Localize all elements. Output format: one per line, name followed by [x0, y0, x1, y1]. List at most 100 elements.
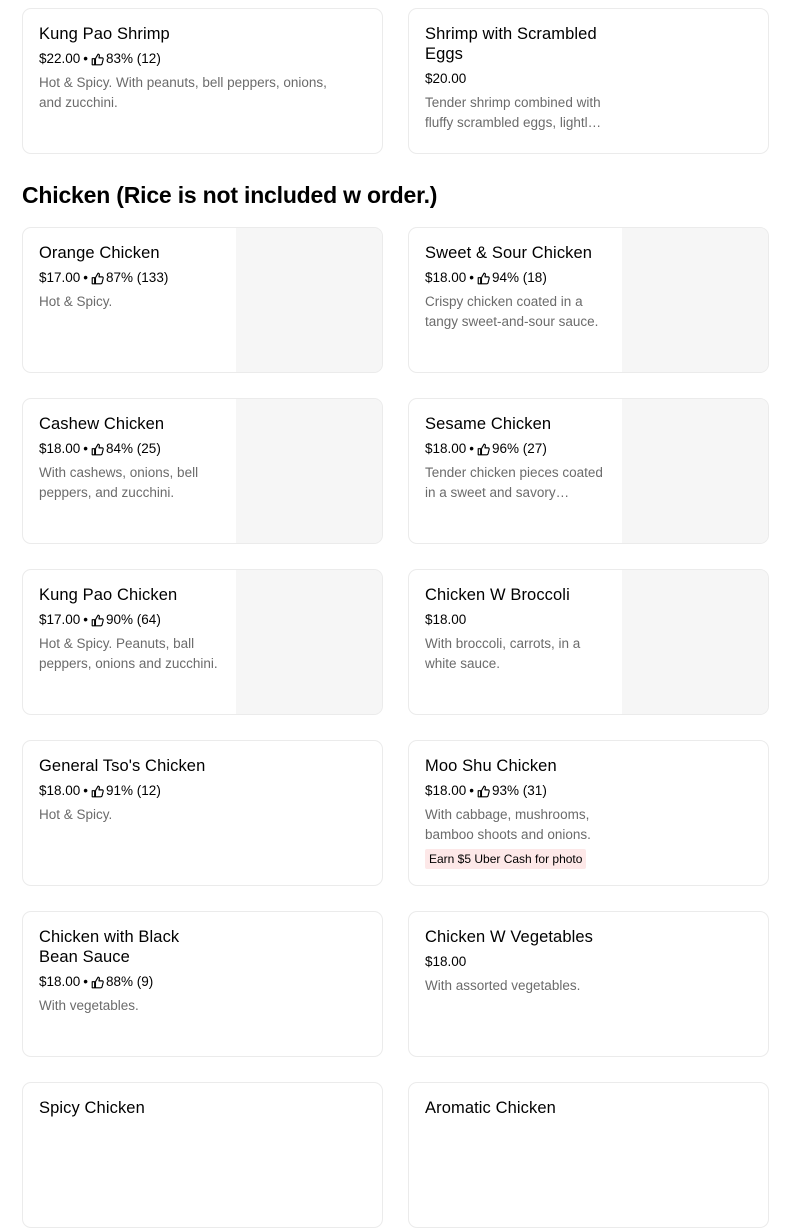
menu-item-price: $18.00: [39, 441, 81, 456]
thumbs-up-icon: [91, 785, 104, 798]
menu-item-info: Chicken W Vegetables $18.00 With assorte…: [425, 927, 725, 996]
menu-item-description: Hot & Spicy. Peanuts, ball peppers, onio…: [39, 636, 218, 671]
menu-item-description: Tender shrimp combined with fluffy scram…: [425, 95, 601, 130]
separator-dot: •: [83, 441, 89, 456]
menu-item-image: [622, 399, 768, 543]
thumbs-up-icon: [91, 614, 104, 627]
menu-item-description: With cashews, onions, bell peppers, and …: [39, 465, 199, 500]
menu-item-rating: 96% (27): [492, 441, 547, 456]
menu-item-rating: 88% (9): [106, 974, 154, 989]
menu-item-card[interactable]: Chicken W Broccoli $18.00 With broccoli,…: [408, 569, 769, 715]
menu-item-info: Kung Pao Chicken $17.00 • 90% (64) Hot &…: [39, 585, 219, 674]
thumbs-up-icon: [91, 53, 104, 66]
menu-item-rating: 83% (12): [106, 51, 161, 66]
separator-dot: •: [83, 974, 89, 989]
menu-item-meta: $17.00 • 87% (133): [39, 268, 219, 288]
menu-item-info: Chicken W Broccoli $18.00 With broccoli,…: [425, 585, 605, 674]
separator-dot: •: [469, 270, 475, 285]
separator-dot: •: [83, 51, 89, 66]
menu-item-info: Cashew Chicken $18.00 • 84% (25) With ca…: [39, 414, 219, 503]
thumbs-up-icon: [91, 976, 104, 989]
menu-item-name: Moo Shu Chicken: [425, 757, 557, 775]
menu-item-image: [236, 399, 382, 543]
menu-item-price: $18.00: [425, 270, 467, 285]
menu-item-price: $18.00: [425, 954, 467, 969]
menu-item-card[interactable]: General Tso's Chicken $18.00 • 91% (12) …: [22, 740, 383, 886]
thumbs-up-icon: [477, 443, 490, 456]
menu-item-info: Spicy Chicken: [39, 1098, 339, 1118]
separator-dot: •: [469, 783, 475, 798]
menu-item-name: Spicy Chicken: [39, 1099, 145, 1117]
menu-item-meta: $18.00 • 94% (18): [425, 268, 605, 288]
menu-item-description: With cabbage, mushrooms, bamboo shoots a…: [425, 807, 591, 842]
menu-item-image: [622, 570, 768, 714]
menu-item-rating: 87% (133): [106, 270, 169, 285]
menu-item-card[interactable]: Aromatic Chicken: [408, 1082, 769, 1228]
menu-item-card[interactable]: Chicken W Vegetables $18.00 With assorte…: [408, 911, 769, 1057]
menu-item-name: Kung Pao Shrimp: [39, 25, 170, 43]
menu-item-description: Hot & Spicy. With peanuts, bell peppers,…: [39, 75, 327, 110]
menu-item-card[interactable]: Moo Shu Chicken $18.00 • 93% (31) With c…: [408, 740, 769, 886]
menu-item-rating: 91% (12): [106, 783, 161, 798]
menu-item-card[interactable]: Kung Pao Shrimp $22.00 • 83% (12) Hot & …: [22, 8, 383, 154]
menu-item-name: Chicken with Black Bean Sauce: [39, 928, 180, 966]
menu-item-card[interactable]: Orange Chicken $17.00 • 87% (133) Hot & …: [22, 227, 383, 373]
menu-item-price: $18.00: [39, 783, 81, 798]
menu-item-info: Sesame Chicken $18.00 • 96% (27) Tender …: [425, 414, 605, 503]
menu-item-price: $22.00: [39, 51, 81, 66]
menu-item-rating: 94% (18): [492, 270, 547, 285]
menu-item-name: Chicken W Vegetables: [425, 928, 594, 946]
menu-item-meta: $18.00 • 88% (9): [39, 972, 219, 992]
menu-item-name: Aromatic Chicken: [425, 1099, 556, 1117]
menu-item-card[interactable]: Chicken with Black Bean Sauce $18.00 • 8…: [22, 911, 383, 1057]
menu-item-name: General Tso's Chicken: [39, 757, 206, 775]
menu-item-info: Aromatic Chicken: [425, 1098, 725, 1118]
menu-item-meta: $18.00: [425, 952, 725, 972]
menu-item-description: Crispy chicken coated in a tangy sweet-a…: [425, 294, 599, 329]
menu-item-info: Kung Pao Shrimp $22.00 • 83% (12) Hot & …: [39, 24, 339, 113]
menu-item-description: With vegetables.: [39, 998, 139, 1013]
menu-item-card[interactable]: Kung Pao Chicken $17.00 • 90% (64) Hot &…: [22, 569, 383, 715]
thumbs-up-icon: [91, 443, 104, 456]
menu-item-info: Sweet & Sour Chicken $18.00 • 94% (18) C…: [425, 243, 605, 332]
thumbs-up-icon: [477, 272, 490, 285]
menu-item-card[interactable]: Sweet & Sour Chicken $18.00 • 94% (18) C…: [408, 227, 769, 373]
menu-item-meta: $18.00 • 96% (27): [425, 439, 605, 459]
menu-item-price: $17.00: [39, 270, 81, 285]
menu-item-name: Sesame Chicken: [425, 415, 552, 433]
menu-item-price: $17.00: [39, 612, 81, 627]
menu-item-meta: $18.00 • 91% (12): [39, 781, 339, 801]
thumbs-up-icon: [91, 272, 104, 285]
menu-item-meta: $18.00 • 84% (25): [39, 439, 219, 459]
menu-item-rating: 90% (64): [106, 612, 161, 627]
menu-item-info: General Tso's Chicken $18.00 • 91% (12) …: [39, 756, 339, 825]
menu-item-card[interactable]: Spicy Chicken: [22, 1082, 383, 1228]
menu-item-description: With assorted vegetables.: [425, 978, 581, 993]
menu-item-image: [622, 228, 768, 372]
menu-item-card[interactable]: Cashew Chicken $18.00 • 84% (25) With ca…: [22, 398, 383, 544]
menu-item-price: $18.00: [425, 783, 467, 798]
separator-dot: •: [83, 270, 89, 285]
menu-item-name: Sweet & Sour Chicken: [425, 244, 593, 262]
menu-item-price: $20.00: [425, 71, 467, 86]
menu-item-description: Hot & Spicy.: [39, 294, 113, 309]
menu-item-name: Orange Chicken: [39, 244, 160, 262]
menu-item-description: Hot & Spicy.: [39, 807, 113, 822]
thumbs-up-icon: [477, 785, 490, 798]
photo-promo-badge[interactable]: Earn $5 Uber Cash for photo: [425, 849, 587, 869]
menu-item-name: Chicken W Broccoli: [425, 586, 570, 604]
separator-dot: •: [83, 612, 89, 627]
menu-item-price: $18.00: [39, 974, 81, 989]
separator-dot: •: [83, 783, 89, 798]
section-title: Chicken (Rice is not included w order.): [22, 182, 438, 208]
menu-item-rating: 84% (25): [106, 441, 161, 456]
menu-item-card[interactable]: Shrimp with Scrambled Eggs $20.00 Tender…: [408, 8, 769, 154]
menu-item-image: [236, 228, 382, 372]
menu-item-meta: $17.00 • 90% (64): [39, 610, 219, 630]
menu-item-meta: $22.00 • 83% (12): [39, 49, 339, 69]
menu-item-info: Chicken with Black Bean Sauce $18.00 • 8…: [39, 927, 219, 1016]
menu-item-meta: $18.00 • 93% (31): [425, 781, 615, 801]
menu-item-name: Shrimp with Scrambled Eggs: [425, 25, 597, 63]
menu-item-card[interactable]: Sesame Chicken $18.00 • 96% (27) Tender …: [408, 398, 769, 544]
menu-item-price: $18.00: [425, 441, 467, 456]
